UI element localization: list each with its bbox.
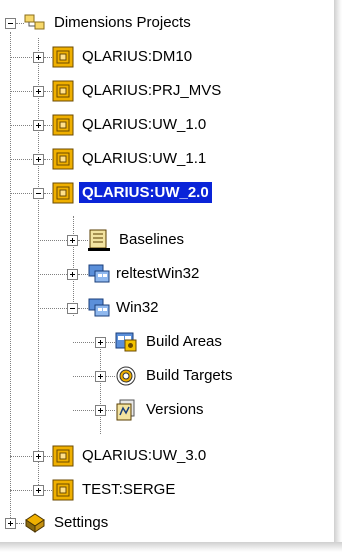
project-icon — [52, 80, 74, 102]
tree-node-baselines[interactable]: Baselines — [0, 225, 330, 255]
expand-toggle[interactable] — [33, 485, 44, 496]
node-label: Build Targets — [146, 367, 233, 384]
shadow-edge-right — [334, 0, 342, 549]
tree-node-project[interactable]: QLARIUS:PRJ_MVS — [0, 76, 330, 106]
build-config-icon — [88, 298, 110, 317]
expand-toggle[interactable] — [95, 405, 106, 416]
node-label: TEST:SERGE — [82, 481, 176, 498]
node-label: QLARIUS:UW_2.0 — [79, 182, 212, 203]
node-label: Versions — [146, 401, 204, 418]
node-label: Dimensions Projects — [54, 14, 191, 31]
project-tree: Dimensions Projects QLARIUS:DM10 QLARIUS… — [0, 0, 334, 545]
expand-toggle[interactable] — [95, 371, 106, 382]
tree-node-build-config[interactable]: Win32 — [0, 293, 330, 323]
expand-toggle[interactable] — [5, 518, 16, 529]
node-label: Build Areas — [146, 333, 222, 350]
folder-tree-icon — [24, 14, 45, 30]
expand-toggle[interactable] — [33, 52, 44, 63]
node-label: Win32 — [116, 299, 159, 316]
expand-toggle[interactable] — [33, 451, 44, 462]
node-label: reltestWin32 — [116, 265, 200, 282]
node-label: Baselines — [119, 231, 185, 248]
collapse-toggle[interactable] — [5, 18, 16, 29]
build-targets-icon — [116, 366, 136, 386]
project-icon — [52, 46, 74, 68]
project-icon — [52, 114, 74, 136]
shadow-edge-bottom — [0, 542, 342, 552]
tree-node-settings[interactable]: Settings — [0, 508, 330, 538]
versions-icon — [116, 399, 135, 421]
tree-node-project[interactable]: QLARIUS:UW_1.0 — [0, 110, 330, 140]
node-label: QLARIUS:UW_1.1 — [82, 150, 207, 167]
tree-node-build-config[interactable]: reltestWin32 — [0, 259, 330, 289]
node-label: QLARIUS:UW_1.0 — [82, 116, 207, 133]
expand-toggle[interactable] — [33, 86, 44, 97]
node-label: QLARIUS:PRJ_MVS — [82, 82, 222, 99]
tree-node-project[interactable]: QLARIUS:DM10 — [0, 42, 330, 72]
project-icon — [52, 182, 74, 204]
tree-node-versions[interactable]: Versions — [0, 395, 330, 425]
tree-node-project-selected[interactable]: QLARIUS:UW_2.0 — [0, 178, 330, 208]
tree-node-build-targets[interactable]: Build Targets — [0, 361, 330, 391]
collapse-toggle[interactable] — [67, 303, 78, 314]
tree-node-project[interactable]: QLARIUS:UW_3.0 — [0, 441, 330, 471]
node-label: QLARIUS:UW_3.0 — [82, 447, 207, 464]
expand-toggle[interactable] — [33, 154, 44, 165]
settings-icon — [25, 513, 45, 533]
build-areas-icon — [115, 332, 137, 352]
project-icon — [52, 148, 74, 170]
tree-panel: Dimensions Projects QLARIUS:DM10 QLARIUS… — [0, 0, 342, 552]
collapse-toggle[interactable] — [33, 188, 44, 199]
expand-toggle[interactable] — [33, 120, 44, 131]
expand-toggle[interactable] — [67, 235, 78, 246]
project-icon — [52, 445, 74, 467]
expand-toggle[interactable] — [95, 337, 106, 348]
tree-node-project[interactable]: QLARIUS:UW_1.1 — [0, 144, 330, 174]
baselines-icon — [88, 229, 110, 251]
build-config-icon — [88, 264, 110, 283]
tree-node-project[interactable]: TEST:SERGE — [0, 475, 330, 505]
tree-node-build-areas[interactable]: Build Areas — [0, 327, 330, 357]
tree-node-root[interactable]: Dimensions Projects — [0, 8, 330, 38]
project-icon — [52, 479, 74, 501]
expand-toggle[interactable] — [67, 269, 78, 280]
node-label: Settings — [54, 514, 109, 531]
node-label: QLARIUS:DM10 — [82, 48, 193, 65]
